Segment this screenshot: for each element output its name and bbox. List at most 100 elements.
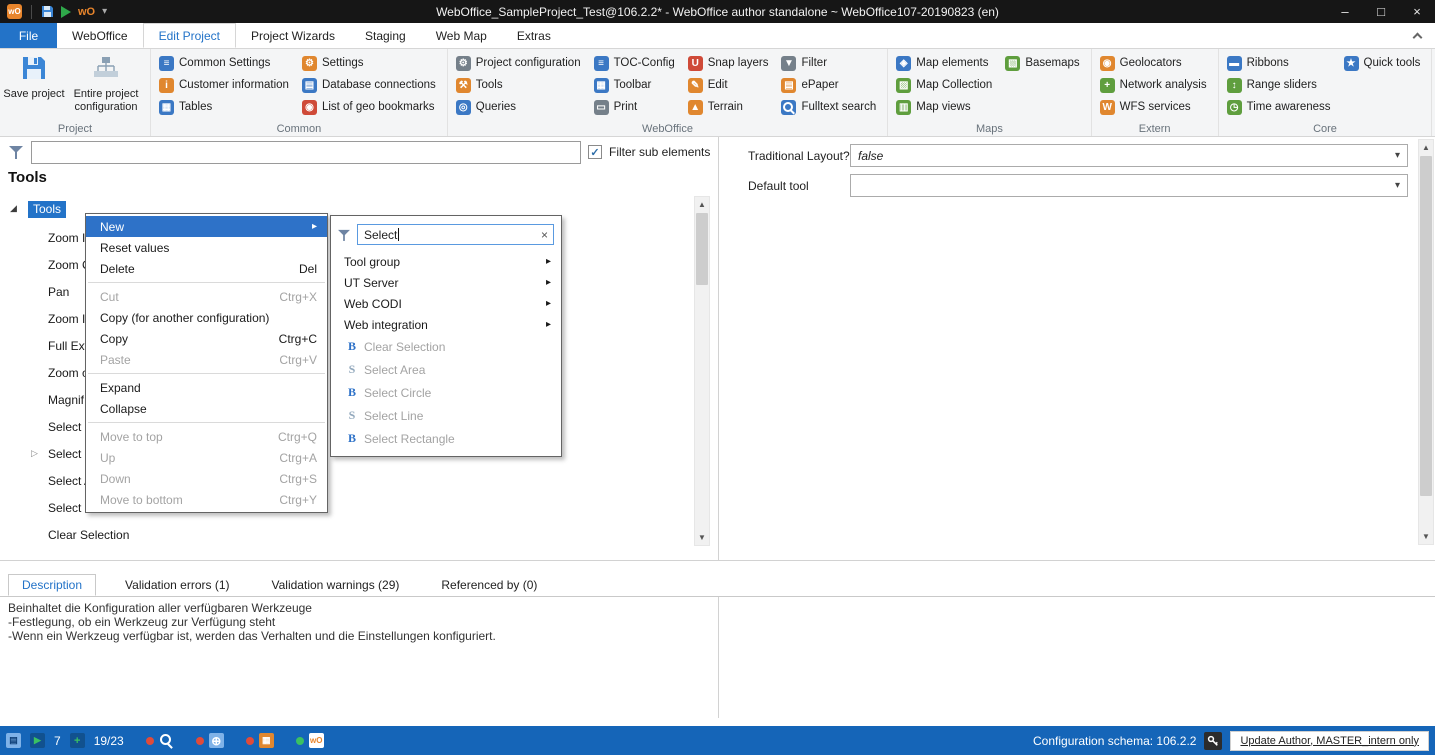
key-icon[interactable] [1204,732,1222,750]
scroll-down-icon[interactable]: ▼ [695,530,709,545]
save-icon[interactable] [41,4,54,20]
menu-item-label: UT Server [344,276,398,290]
tools-button[interactable]: ⚒Tools [451,74,589,96]
tree-item[interactable]: Full Ext [48,339,88,353]
tab-edit-project[interactable]: Edit Project [143,23,236,48]
database-connections-button[interactable]: ▤Database connections [297,74,444,96]
tab-staging[interactable]: Staging [350,23,421,48]
tree-scrollbar[interactable]: ▲ ▼ [694,196,710,546]
submenu-item-tool-group[interactable]: Tool group▸ [331,251,561,272]
tab-project-wizards[interactable]: Project Wizards [236,23,350,48]
tree-item[interactable]: Pan [48,285,69,299]
submenu-item-web-codi[interactable]: Web CODI▸ [331,293,561,314]
geo-bookmarks-button[interactable]: ◉List of geo bookmarks [297,96,444,118]
qat-dropdown-icon[interactable]: ▾ [102,4,107,20]
clear-filter-icon[interactable]: × [541,228,548,242]
map-collection-button[interactable]: ▨Map Collection [891,74,1000,96]
run-icon[interactable] [61,4,71,20]
tab-description[interactable]: Description [8,574,96,596]
edit-button[interactable]: ✎Edit [683,74,777,96]
tab-validation-errors[interactable]: Validation errors (1) [112,574,242,596]
toolbar-button[interactable]: ▦Toolbar [589,74,683,96]
map-views-button[interactable]: ▥Map views [891,96,1000,118]
status-publish-icon[interactable]: ▶ [30,733,45,748]
status-package-service[interactable]: ▦ [246,733,274,748]
project-configuration-button[interactable]: ⚙Project configuration [451,52,589,74]
wfs-services-button[interactable]: WWFS services [1095,96,1215,118]
close-button[interactable]: × [1399,0,1435,23]
status-app-icon[interactable]: ▤ [6,733,21,748]
collapse-ribbon-button[interactable] [1414,23,1435,48]
scroll-up-icon[interactable]: ▲ [695,197,709,212]
scroll-up-icon[interactable]: ▲ [1419,140,1433,155]
weboffice-logo-icon[interactable]: wO [7,4,22,19]
maximize-button[interactable]: □ [1363,0,1399,23]
status-search-service[interactable] [146,733,174,748]
quick-tools-button[interactable]: ★Quick tools [1339,52,1429,74]
time-awareness-button[interactable]: ◷Time awareness [1222,96,1339,118]
weboffice-icon[interactable]: wO [78,4,95,20]
queries-button[interactable]: ◎Queries [451,96,589,118]
scrollbar-thumb[interactable] [1420,156,1432,496]
filter-funnel-icon [8,144,24,160]
snap-layers-button[interactable]: USnap layers [683,52,777,74]
ribbons-button[interactable]: ▬Ribbons [1222,52,1339,74]
status-web-service[interactable]: ⊕ [196,733,224,748]
update-author-button[interactable]: Update Author, MASTER_intern only [1230,731,1429,751]
menu-item-expand[interactable]: Expand [86,377,327,398]
scroll-down-icon[interactable]: ▼ [1419,529,1433,544]
terrain-button[interactable]: ▲Terrain [683,96,777,118]
menu-item-delete[interactable]: DeleteDel [86,258,327,279]
customer-information-button[interactable]: iCustomer information [154,74,297,96]
tab-file[interactable]: File [0,23,57,48]
geolocators-button[interactable]: ◉Geolocators [1095,52,1215,74]
scrollbar-thumb[interactable] [696,213,708,285]
tree-filter-input[interactable] [31,141,581,164]
network-analysis-button[interactable]: +Network analysis [1095,74,1215,96]
filter-funnel-icon [337,228,351,242]
tab-extras[interactable]: Extras [502,23,566,48]
minimize-button[interactable]: – [1327,0,1363,23]
tree-expanded-icon[interactable]: ◢ [10,203,17,214]
fulltext-search-button[interactable]: Fulltext search [776,96,884,118]
menu-item-copy-other-configuration[interactable]: Copy (for another configuration) [86,307,327,328]
range-sliders-button[interactable]: ↕Range sliders [1222,74,1339,96]
tree-collapsed-icon[interactable]: ▷ [31,448,38,459]
dropdown-arrow-icon[interactable]: ▾ [1389,176,1406,195]
status-validation-icon[interactable]: + [70,733,85,748]
filter-sub-elements-checkbox[interactable]: ✓ [588,145,602,159]
menu-item-new[interactable]: New▸ [86,216,327,237]
submenu-item-ut-server[interactable]: UT Server▸ [331,272,561,293]
print-button[interactable]: ▭Print [589,96,683,118]
tree-item[interactable]: Zoom c [48,366,88,380]
tree-item[interactable]: Magnif [48,393,84,407]
tree-root-tools[interactable]: Tools [28,201,66,218]
tree-item[interactable]: Zoom I [48,231,85,245]
traditional-layout-select[interactable]: false ▾ [850,144,1408,167]
epaper-button[interactable]: ▤ePaper [776,74,884,96]
menu-item-reset-values[interactable]: Reset values [86,237,327,258]
common-settings-button[interactable]: ≡Common Settings [154,52,297,74]
entire-project-configuration-button[interactable]: Entire project configuration [65,51,147,121]
toc-config-button[interactable]: ≡TOC-Config [589,52,683,74]
save-project-button[interactable]: Save project [3,51,65,121]
basemaps-button[interactable]: ▧Basemaps [1000,52,1087,74]
tab-referenced-by[interactable]: Referenced by (0) [428,574,550,596]
map-elements-button[interactable]: ◈Map elements [891,52,1000,74]
status-weboffice-service[interactable]: wO [296,733,324,748]
menu-item-collapse[interactable]: Collapse [86,398,327,419]
tree-item[interactable]: Zoom I [48,312,85,326]
tree-item-clear-selection[interactable]: Clear Selection [48,528,129,542]
properties-scrollbar[interactable]: ▲ ▼ [1418,139,1434,545]
tab-weboffice[interactable]: WebOffice [57,23,143,48]
submenu-item-web-integration[interactable]: Web integration▸ [331,314,561,335]
tables-button[interactable]: ▦Tables [154,96,297,118]
tab-validation-warnings[interactable]: Validation warnings (29) [259,574,413,596]
submenu-filter-input[interactable]: Select × [357,224,554,245]
filter-button[interactable]: ▼Filter [776,52,884,74]
default-tool-select[interactable]: ▾ [850,174,1408,197]
menu-item-copy[interactable]: CopyCtrg+C [86,328,327,349]
dropdown-arrow-icon[interactable]: ▾ [1389,146,1406,165]
settings-button[interactable]: ⚙Settings [297,52,444,74]
tab-web-map[interactable]: Web Map [421,23,502,48]
